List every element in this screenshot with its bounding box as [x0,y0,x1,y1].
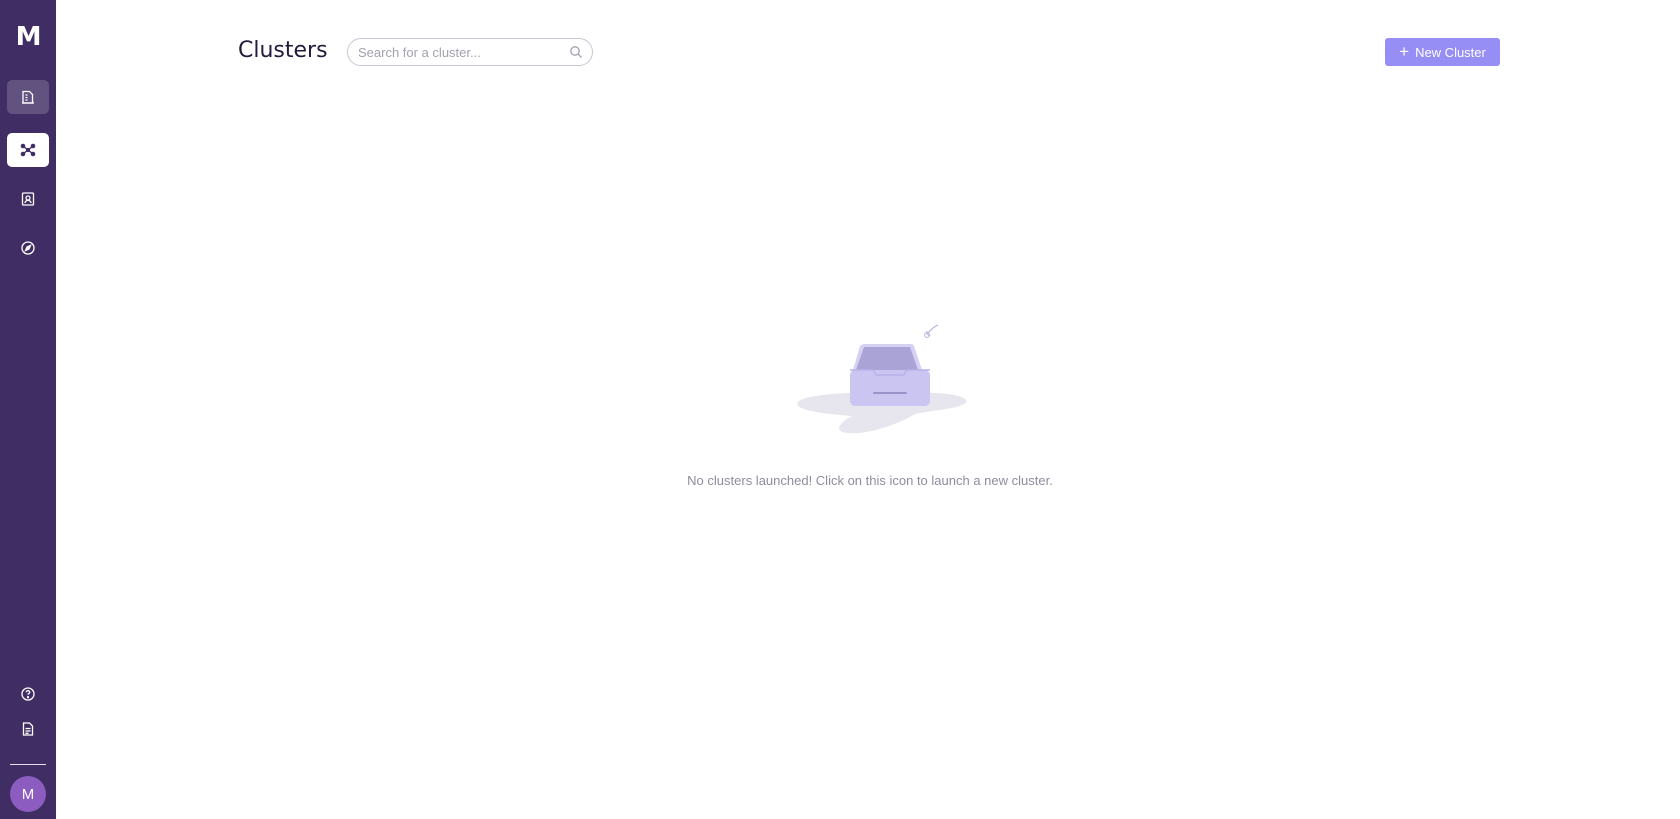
new-cluster-button[interactable]: + New Cluster [1385,38,1500,66]
help-circle-icon [21,687,35,701]
app-logo[interactable]: M [0,22,56,52]
plus-icon: + [1399,41,1410,61]
new-cluster-label: New Cluster [1415,44,1486,60]
sparkle-mark [926,324,939,337]
search-box [347,38,593,66]
tray-inner [856,347,918,370]
contact-card-icon [21,192,35,206]
user-avatar[interactable]: M [10,776,46,812]
sidebar-divider [10,764,46,765]
sidebar-item-documents[interactable] [7,80,49,114]
empty-inbox-icon[interactable] [770,322,970,438]
app-root: M M Clusters Search for a cluster... + N… [0,0,1680,819]
empty-state-message: No clusters launched! Click on this icon… [687,473,1053,488]
document-icon [22,722,34,736]
sidebar-item-contacts[interactable] [7,182,49,216]
sidebar-item-help[interactable] [7,677,49,711]
building-doc-icon [22,90,34,104]
compass-icon [21,241,35,255]
sidebar-item-explore[interactable] [7,231,49,265]
tray-handle [873,392,907,394]
sidebar: M M [0,0,56,819]
search-icon[interactable] [569,45,583,59]
sidebar-item-docs[interactable] [7,712,49,746]
sidebar-item-clusters[interactable] [7,133,49,167]
network-nodes-icon [20,143,36,157]
search-input[interactable] [358,39,558,65]
page-title: Clusters [238,38,328,63]
